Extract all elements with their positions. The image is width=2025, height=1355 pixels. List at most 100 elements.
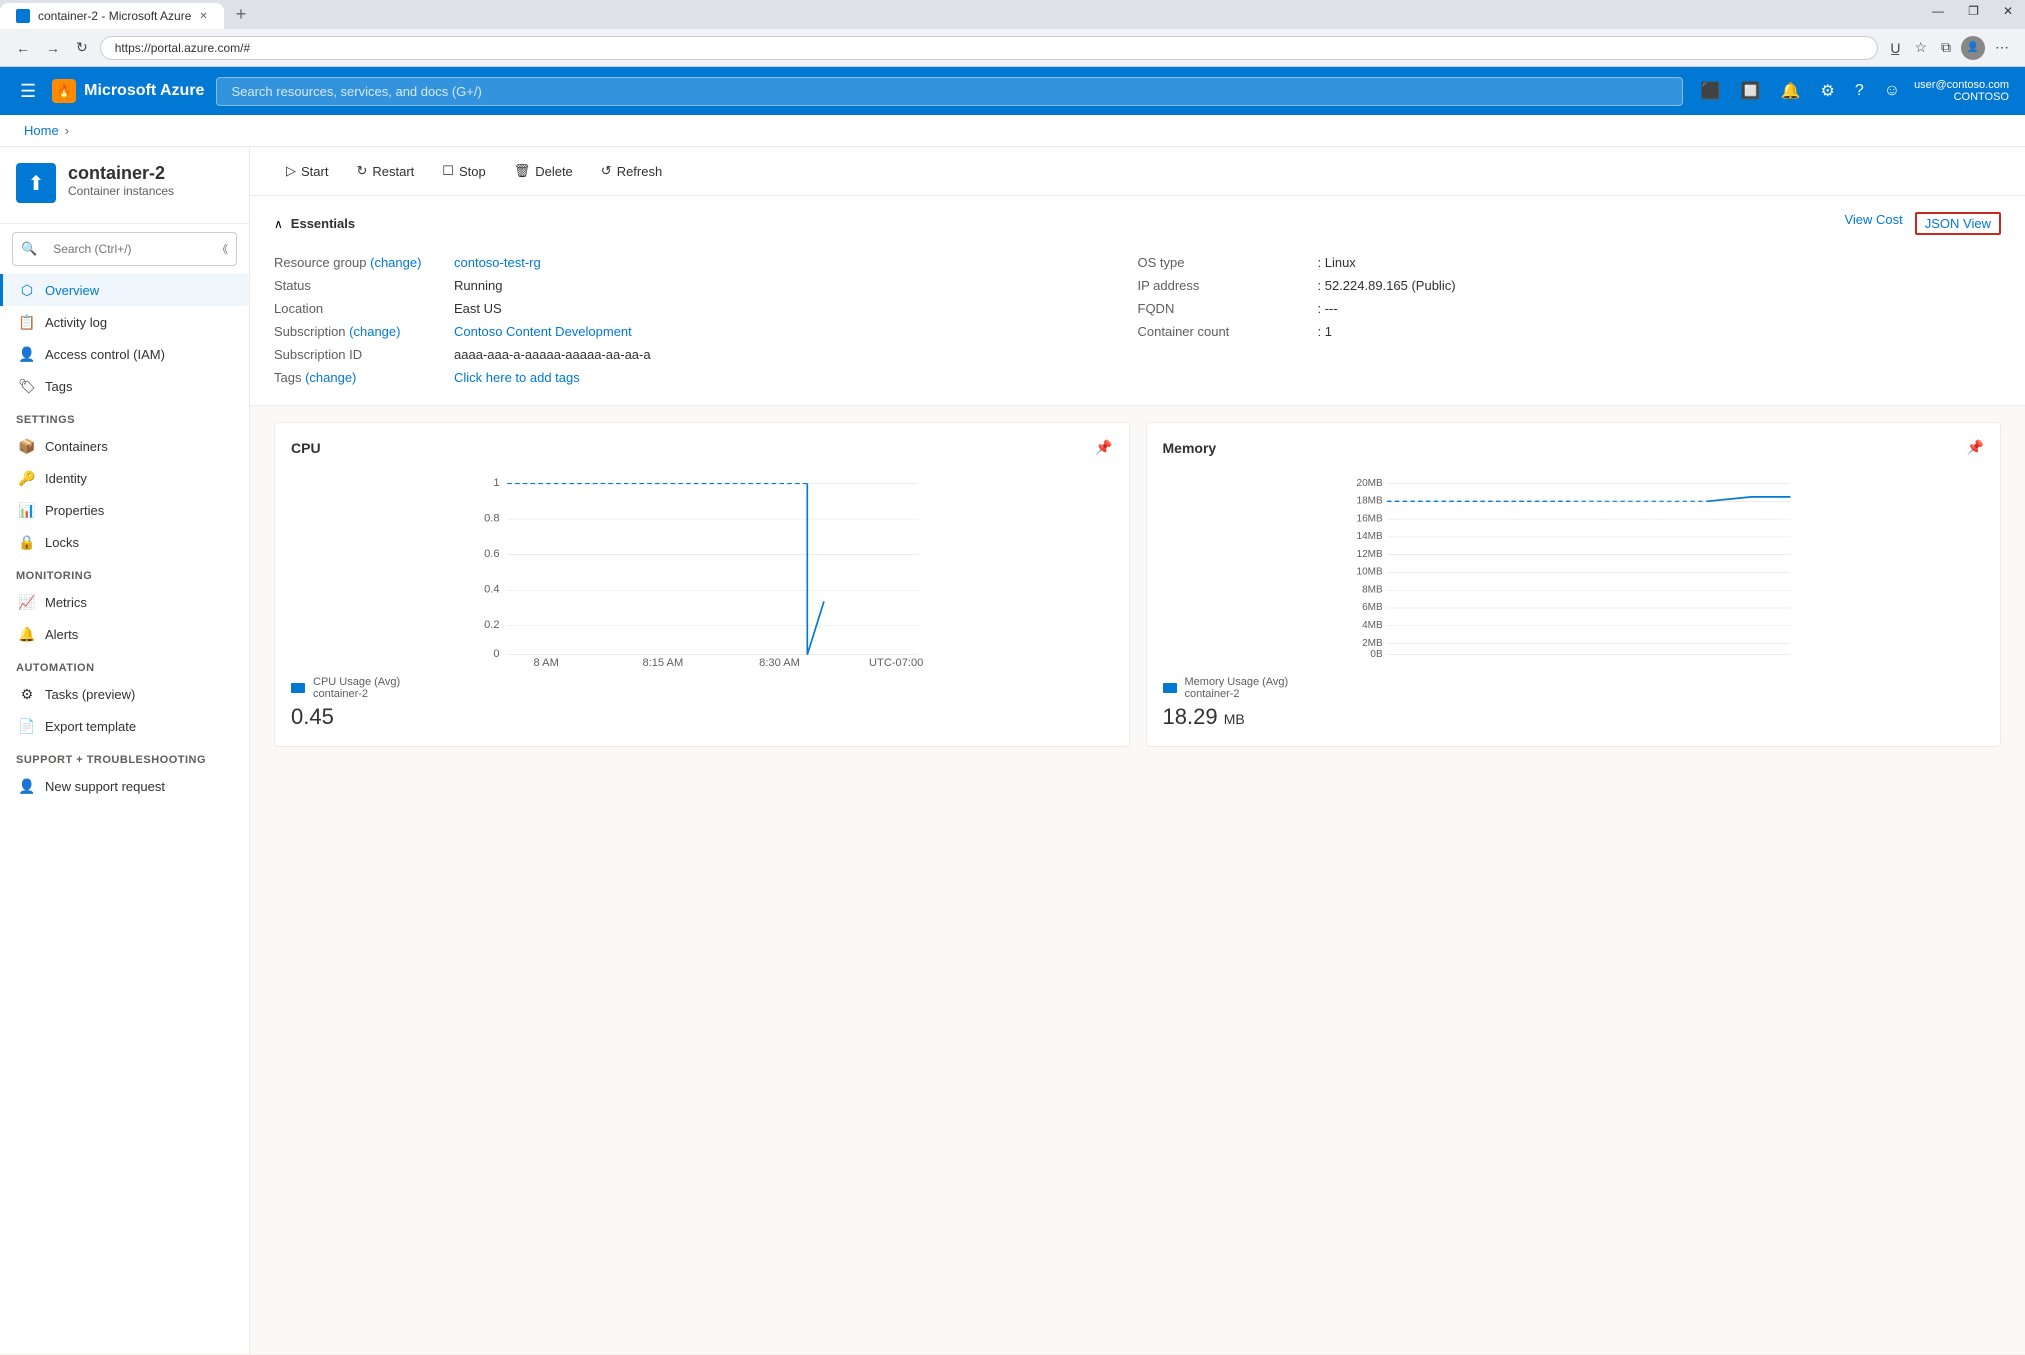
delete-button[interactable]: 🗑 Delete	[502, 157, 585, 185]
svg-text:16MB: 16MB	[1356, 513, 1382, 524]
breadcrumb-home[interactable]: Home	[24, 123, 59, 138]
restore-button[interactable]: ❐	[1956, 0, 1991, 22]
browser-collections-icon[interactable]: ⧉	[1937, 35, 1955, 60]
sidebar-item-containers[interactable]: 📦 Containers	[0, 430, 249, 462]
feedback-icon[interactable]: ☺	[1878, 76, 1906, 106]
essentials-row-os: OS type : Linux	[1138, 251, 2002, 274]
minimize-button[interactable]: —	[1920, 0, 1956, 22]
stop-label: Stop	[459, 164, 486, 179]
hamburger-menu-button[interactable]: ☰	[16, 77, 40, 106]
browser-favorites-icon[interactable]: ☆	[1910, 35, 1931, 60]
svg-text:20MB: 20MB	[1356, 478, 1382, 489]
browser-profile-icon[interactable]: 👤	[1961, 36, 1985, 60]
memory-chart-legend: Memory Usage (Avg)container-2	[1163, 676, 1985, 700]
ip-value: : 52.224.89.165 (Public)	[1318, 278, 1456, 293]
start-button[interactable]: ▷ Start	[274, 157, 340, 185]
window-controls[interactable]: — ❐ ✕	[1920, 0, 2025, 22]
sidebar-item-overview[interactable]: ⬡ Overview	[0, 274, 249, 306]
browser-nav-bar: ← → ↻ https://portal.azure.com/# U̲ ☆ ⧉ …	[0, 29, 2025, 67]
back-button[interactable]: ←	[12, 36, 34, 60]
sidebar-item-access-control[interactable]: 👤 Access control (IAM)	[0, 338, 249, 370]
user-account[interactable]: user@contoso.com CONTOSO	[1914, 79, 2009, 103]
json-view-link[interactable]: JSON View	[1915, 212, 2001, 235]
sidebar: ⬆ container-2 Container instances 🔍 《 ⬡ …	[0, 147, 250, 1354]
sidebar-item-new-support[interactable]: 👤 New support request	[0, 770, 249, 802]
sidebar-item-export-template[interactable]: 📄 Export template	[0, 710, 249, 742]
reload-button[interactable]: ↻	[72, 35, 92, 60]
sidebar-item-alerts[interactable]: 🔔 Alerts	[0, 618, 249, 650]
identity-label: Identity	[45, 471, 87, 486]
overview-icon: ⬡	[19, 282, 35, 298]
status-value: Running	[454, 278, 502, 293]
metrics-label: Metrics	[45, 595, 87, 610]
svg-text:8MB: 8MB	[1362, 584, 1383, 595]
main-content: ▷ Start ↻ Restart ☐ Stop 🗑 Delete ↺ Refr…	[250, 147, 2025, 1354]
delete-icon: 🗑	[514, 163, 531, 179]
new-tab-button[interactable]: +	[228, 0, 255, 29]
essentials-row-subscription: Subscription (change) Contoso Content De…	[274, 320, 1138, 343]
rg-label: Resource group (change)	[274, 255, 454, 270]
stop-button[interactable]: ☐ Stop	[430, 157, 497, 185]
refresh-button[interactable]: ↺ Refresh	[589, 157, 674, 185]
azure-header: ☰ 🔥 Microsoft Azure ⬛ 🔲 🔔 ⚙ ? ☺ user@con…	[0, 67, 2025, 115]
tags-change-link[interactable]: (change)	[305, 370, 356, 385]
svg-text:0.2: 0.2	[484, 619, 499, 631]
tags-label: Tags	[45, 379, 72, 394]
rg-change-link[interactable]: (change)	[370, 255, 421, 270]
svg-text:0: 0	[493, 648, 499, 660]
rg-link[interactable]: contoso-test-rg	[454, 255, 541, 270]
cloud-shell-icon[interactable]: ⬛	[1695, 75, 1727, 107]
subscription-link[interactable]: Contoso Content Development	[454, 324, 632, 339]
memory-legend-label: Memory Usage (Avg)container-2	[1185, 676, 1289, 700]
sidebar-item-activity-log[interactable]: 📋 Activity log	[0, 306, 249, 338]
sidebar-item-properties[interactable]: 📊 Properties	[0, 494, 249, 526]
sidebar-item-locks[interactable]: 🔒 Locks	[0, 526, 249, 558]
restart-button[interactable]: ↻ Restart	[344, 157, 426, 185]
os-value: : Linux	[1318, 255, 1356, 270]
azure-search-input[interactable]	[216, 77, 1682, 106]
cpu-chart-value: 0.45	[291, 704, 1113, 730]
active-tab[interactable]: container-2 - Microsoft Azure ✕	[0, 3, 224, 29]
svg-text:0.6: 0.6	[484, 548, 499, 560]
svg-text:1: 1	[493, 477, 499, 489]
cpu-value-number: 0.45	[291, 704, 334, 729]
browser-user-icon[interactable]: U̲	[1886, 36, 1904, 60]
portal-settings-icon[interactable]: 🔲	[1735, 75, 1767, 107]
start-label: Start	[301, 164, 328, 179]
settings-icon[interactable]: ⚙	[1814, 75, 1840, 107]
status-label: Status	[274, 278, 454, 293]
sidebar-item-metrics[interactable]: 📈 Metrics	[0, 586, 249, 618]
cpu-pin-button[interactable]: 📌	[1095, 439, 1112, 456]
svg-text:12MB: 12MB	[1356, 549, 1382, 560]
tab-close-icon[interactable]: ✕	[199, 11, 207, 22]
sidebar-collapse-button[interactable]: 《	[217, 241, 228, 257]
address-bar[interactable]: https://portal.azure.com/#	[100, 36, 1879, 60]
sidebar-search-input[interactable]	[43, 237, 211, 261]
sidebar-item-tasks[interactable]: ⚙ Tasks (preview)	[0, 678, 249, 710]
user-email: user@contoso.com	[1914, 79, 2009, 91]
memory-pin-button[interactable]: 📌	[1967, 439, 1984, 456]
essentials-grid: Resource group (change) contoso-test-rg …	[274, 251, 2001, 389]
help-icon[interactable]: ?	[1849, 76, 1870, 106]
automation-section-label: Automation	[0, 650, 249, 678]
subscription-change-link[interactable]: (change)	[349, 324, 400, 339]
sidebar-item-tags[interactable]: 🏷 Tags	[0, 370, 249, 402]
tags-link[interactable]: Click here to add tags	[454, 370, 580, 385]
svg-text:10MB: 10MB	[1356, 567, 1382, 578]
notifications-icon[interactable]: 🔔	[1775, 75, 1807, 107]
view-cost-link[interactable]: View Cost	[1844, 212, 1902, 235]
sidebar-item-identity[interactable]: 🔑 Identity	[0, 462, 249, 494]
svg-text:4MB: 4MB	[1362, 620, 1383, 631]
subscription-id-label: Subscription ID	[274, 347, 454, 362]
tags-icon: 🏷	[19, 378, 35, 394]
essentials-collapse-button[interactable]: ∧	[274, 217, 283, 231]
browser-more-icon[interactable]: ⋯	[1991, 35, 2013, 60]
forward-button[interactable]: →	[42, 36, 64, 60]
memory-legend-color	[1163, 683, 1177, 693]
breadcrumb: Home ›	[0, 115, 2025, 147]
essentials-title: Essentials	[291, 216, 355, 231]
stop-icon: ☐	[442, 163, 454, 179]
container-count-label: Container count	[1138, 324, 1318, 339]
monitoring-section-label: Monitoring	[0, 558, 249, 586]
close-button[interactable]: ✕	[1991, 0, 2025, 22]
